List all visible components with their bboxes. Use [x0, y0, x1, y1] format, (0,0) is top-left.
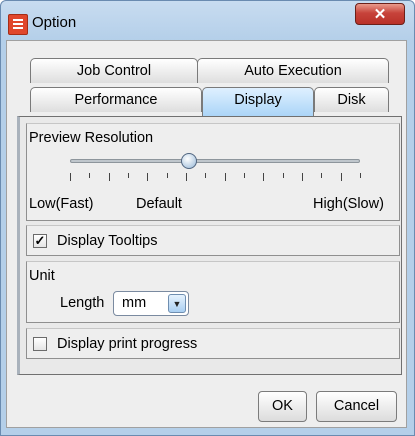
slider-tick [341, 173, 342, 181]
tab-label: Job Control [76, 63, 152, 79]
window-title: Option [32, 14, 77, 31]
length-unit-select[interactable]: mm ▼ [113, 291, 189, 316]
length-unit-value: mm [122, 295, 147, 311]
slider-label-default: Default [136, 196, 182, 212]
tab-performance[interactable]: Performance [30, 87, 202, 112]
display-tab-panel: Preview Resolution Low(Fast) Default Hig… [17, 116, 402, 375]
close-button[interactable]: ✕ [355, 3, 405, 25]
preview-resolution-title: Preview Resolution [29, 130, 154, 146]
slider-tick [128, 173, 129, 178]
unit-group: Unit Length mm ▼ [26, 261, 400, 323]
ok-button[interactable]: OK [258, 391, 307, 422]
display-tooltips-checkbox[interactable]: ✓ [33, 234, 47, 248]
slider-tick [89, 173, 90, 178]
slider-tick [302, 173, 303, 181]
display-tooltips-label[interactable]: Display Tooltips [57, 233, 157, 249]
title-bar[interactable]: Option ✕ [1, 1, 414, 41]
close-icon: ✕ [373, 6, 387, 23]
length-label: Length [60, 295, 105, 311]
slider-tick [70, 173, 71, 181]
slider-tick [225, 173, 226, 181]
slider-label-high: High(Slow) [313, 196, 384, 212]
app-icon [8, 14, 28, 35]
tab-auto-execution[interactable]: Auto Execution [197, 58, 389, 83]
slider-tick [263, 173, 264, 181]
tab-display[interactable]: Display [202, 87, 314, 117]
display-print-progress-checkbox[interactable] [33, 337, 47, 351]
display-tooltips-group: ✓ Display Tooltips [26, 225, 400, 256]
tab-disk[interactable]: Disk [314, 87, 389, 112]
cancel-button[interactable]: Cancel [316, 391, 397, 422]
tab-job-control[interactable]: Job Control [30, 58, 198, 83]
slider-tick [283, 173, 284, 178]
slider-tick [360, 173, 361, 178]
slider-thumb[interactable] [181, 153, 197, 169]
preview-resolution-slider[interactable] [70, 159, 360, 163]
ok-button-label: OK [272, 398, 293, 414]
slider-tick [147, 173, 148, 181]
slider-label-low: Low(Fast) [29, 196, 94, 212]
preview-resolution-group: Preview Resolution Low(Fast) Default Hig… [26, 123, 400, 221]
chevron-down-icon[interactable]: ▼ [168, 294, 186, 313]
slider-tick [186, 173, 187, 181]
tab-label: Display [234, 92, 282, 108]
dropdown-arrow-glyph: ▼ [172, 299, 182, 309]
tab-label: Performance [74, 92, 158, 108]
tab-label: Disk [337, 92, 366, 108]
slider-tick [205, 173, 206, 178]
print-progress-group: Display print progress [26, 328, 400, 359]
slider-tick [109, 173, 110, 181]
cancel-button-label: Cancel [333, 398, 380, 414]
display-print-progress-label[interactable]: Display print progress [57, 336, 197, 352]
unit-title: Unit [29, 268, 55, 284]
tab-label: Auto Execution [244, 63, 342, 79]
slider-tick [244, 173, 245, 178]
checkmark-icon: ✓ [34, 233, 46, 248]
slider-tick [167, 173, 168, 178]
slider-tick [321, 173, 322, 178]
